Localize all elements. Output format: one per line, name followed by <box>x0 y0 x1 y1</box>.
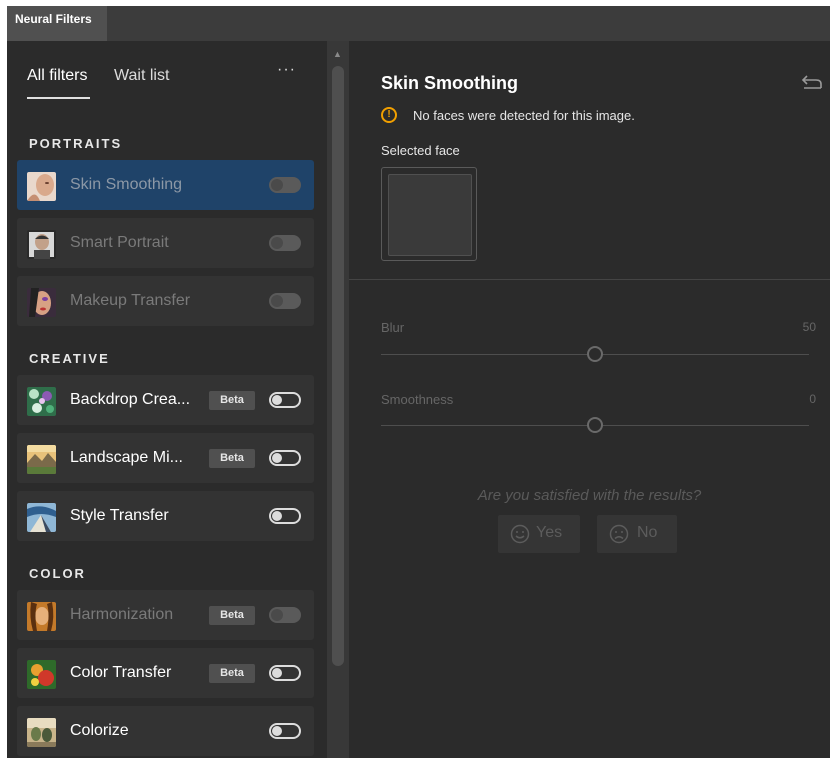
face-placeholder <box>388 174 472 256</box>
color-transfer-thumbnail-icon <box>27 660 56 689</box>
beta-badge: Beta <box>209 391 255 410</box>
filter-label: Smart Portrait <box>70 234 169 251</box>
beta-badge: Beta <box>209 664 255 683</box>
filter-item-color-transfer[interactable]: Color Transfer Beta <box>17 648 314 698</box>
section-creative: CREATIVE <box>29 351 110 366</box>
scrollbar-thumb[interactable] <box>332 66 344 666</box>
feedback-yes-button[interactable]: Yes <box>498 515 580 553</box>
feedback-yes-label: Yes <box>536 524 563 541</box>
filter-detail-title: Skin Smoothing <box>381 73 518 93</box>
filter-item-makeup-transfer[interactable]: Makeup Transfer <box>17 276 314 326</box>
frown-icon <box>609 524 629 544</box>
smoothness-slider-handle[interactable] <box>587 417 603 433</box>
filter-label: Landscape Mi... <box>70 449 183 466</box>
backdrop-creator-thumbnail-icon <box>27 387 56 416</box>
filter-list-scrollbar[interactable]: ▲ <box>327 41 349 758</box>
harmonization-toggle[interactable] <box>269 607 301 623</box>
backdrop-creator-toggle[interactable] <box>269 392 301 408</box>
filter-label: Colorize <box>70 722 129 739</box>
makeup-transfer-thumbnail-icon <box>27 288 56 317</box>
smoothness-slider-value: 0 <box>809 392 816 406</box>
filter-label: Color Transfer <box>70 664 172 681</box>
section-portraits: PORTRAITS <box>29 136 123 151</box>
makeup-transfer-toggle[interactable] <box>269 293 301 309</box>
colorize-toggle[interactable] <box>269 723 301 739</box>
panel-titlebar: Neural Filters <box>7 6 830 41</box>
smart-portrait-toggle[interactable] <box>269 235 301 251</box>
beta-badge: Beta <box>209 606 255 625</box>
smile-icon <box>510 524 530 544</box>
filter-item-skin-smoothing[interactable]: Skin Smoothing <box>17 160 314 210</box>
neural-filters-panel: Neural Filters All filters Wait list ···… <box>7 6 830 758</box>
selected-face-label: Selected face <box>381 143 460 158</box>
feedback-no-button[interactable]: No <box>597 515 677 553</box>
skin-smoothing-toggle[interactable] <box>269 177 301 193</box>
tab-all-filters[interactable]: All filters <box>27 67 87 85</box>
panel-tab-neural-filters[interactable]: Neural Filters <box>7 6 107 41</box>
filter-label: Harmonization <box>70 606 174 623</box>
warning-icon: ! <box>381 107 397 123</box>
harmonization-thumbnail-icon <box>27 602 56 631</box>
feedback-no-label: No <box>637 524 658 541</box>
blur-slider-value: 50 <box>802 320 816 334</box>
filter-item-backdrop-creator[interactable]: Backdrop Crea... Beta <box>17 375 314 425</box>
smoothness-slider-label: Smoothness <box>381 392 454 407</box>
filter-item-harmonization[interactable]: Harmonization Beta <box>17 590 314 640</box>
scroll-up-arrow-icon[interactable]: ▲ <box>333 49 342 59</box>
beta-badge: Beta <box>209 449 255 468</box>
smart-portrait-thumbnail-icon <box>27 230 56 259</box>
style-transfer-toggle[interactable] <box>269 508 301 524</box>
feedback-question: Are you satisfied with the results? <box>477 487 702 504</box>
style-transfer-thumbnail-icon <box>27 503 56 532</box>
filter-label: Skin Smoothing <box>70 176 183 193</box>
filter-item-landscape-mixer[interactable]: Landscape Mi... Beta <box>17 433 314 483</box>
filter-tabs: All filters Wait list ··· <box>27 61 307 107</box>
landscape-mixer-toggle[interactable] <box>269 450 301 466</box>
color-transfer-toggle[interactable] <box>269 665 301 681</box>
filter-item-smart-portrait[interactable]: Smart Portrait <box>17 218 314 268</box>
tab-wait-list[interactable]: Wait list <box>114 67 169 85</box>
filter-label: Style Transfer <box>70 507 169 524</box>
colorize-thumbnail-icon <box>27 718 56 747</box>
section-color: COLOR <box>29 566 86 581</box>
filter-list-panel: All filters Wait list ··· PORTRAITS Skin… <box>7 41 327 758</box>
panel-divider <box>349 279 830 280</box>
filter-item-colorize[interactable]: Colorize <box>17 706 314 756</box>
active-tab-underline <box>27 97 90 99</box>
more-options-button[interactable]: ··· <box>277 61 296 79</box>
landscape-mixer-thumbnail-icon <box>27 445 56 474</box>
warning-text: No faces were detected for this image. <box>413 108 635 123</box>
filter-label: Makeup Transfer <box>70 292 191 309</box>
filter-label: Backdrop Crea... <box>70 391 191 408</box>
reset-undo-icon[interactable] <box>801 73 823 89</box>
filter-item-style-transfer[interactable]: Style Transfer <box>17 491 314 541</box>
selected-face-thumbnail[interactable] <box>381 167 477 261</box>
skin-smoothing-thumbnail-icon <box>27 172 56 201</box>
blur-slider-label: Blur <box>381 320 405 335</box>
blur-slider-handle[interactable] <box>587 346 603 362</box>
filter-detail-panel: Skin Smoothing ! No faces were detected … <box>349 41 830 758</box>
